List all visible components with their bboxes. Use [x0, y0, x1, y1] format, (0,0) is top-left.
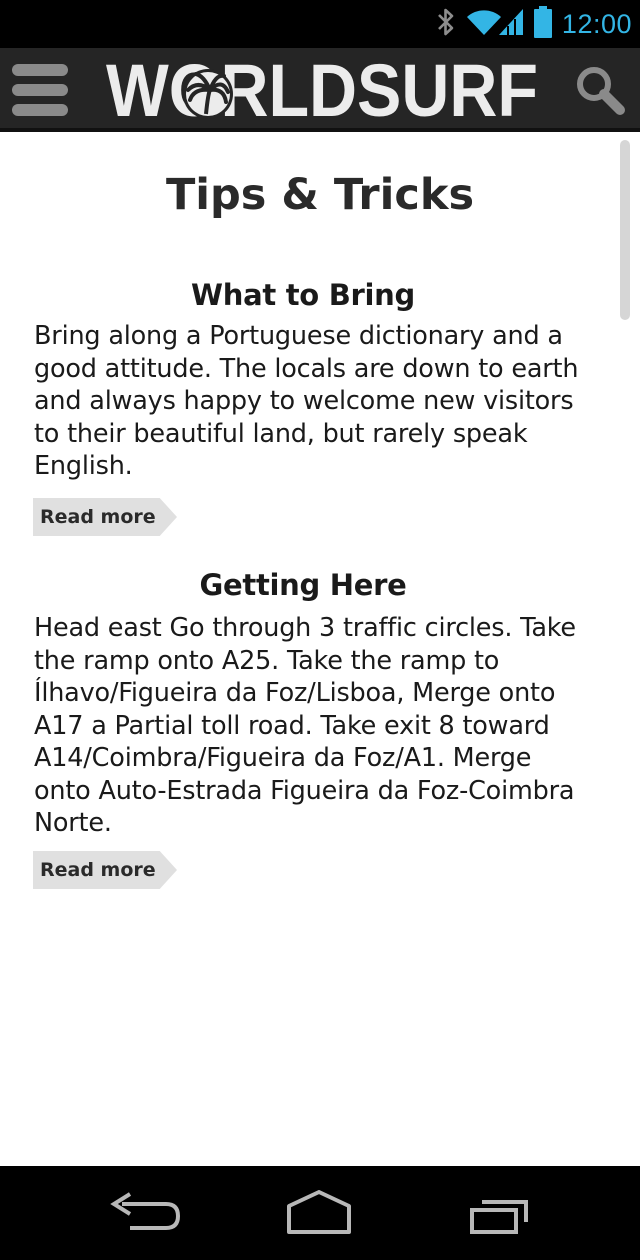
read-more-button[interactable]: Read more [33, 851, 177, 889]
wifi-icon [466, 7, 502, 41]
main-content[interactable]: Tips & Tricks What to Bring Bring along … [0, 132, 640, 1166]
page-title: Tips & Tricks [165, 170, 475, 220]
navigation-bar [0, 1166, 640, 1260]
scrollbar[interactable] [620, 140, 630, 320]
palm-tree-icon [183, 69, 233, 119]
status-icons: 12:00 [436, 0, 632, 48]
back-button[interactable] [100, 1190, 190, 1238]
recent-apps-button[interactable] [456, 1190, 546, 1238]
phone-screen: 12:00 WORLDSURF Tips & Tricks What to Br… [0, 0, 640, 1260]
home-icon [287, 1190, 351, 1234]
bluetooth-icon [436, 7, 456, 41]
tip-body: Head east Go through 3 traffic circles. … [34, 613, 576, 838]
status-bar: 12:00 [0, 0, 640, 48]
worldsurf-logo: WORLDSURF [102, 49, 542, 132]
status-time: 12:00 [561, 8, 632, 39]
read-more-button[interactable]: Read more [33, 498, 177, 536]
home-button[interactable] [274, 1190, 364, 1238]
tip-heading: What to Bring [191, 278, 415, 312]
menu-button[interactable] [12, 62, 68, 118]
tip-body: Bring along a Portuguese dictionary and … [34, 321, 579, 481]
search-button[interactable] [572, 62, 630, 118]
signal-icon [498, 7, 524, 41]
search-icon [577, 67, 625, 115]
app-bar: WORLDSURF [0, 48, 640, 132]
battery-icon [533, 5, 552, 43]
back-icon [110, 1192, 181, 1230]
tip-heading: Getting Here [199, 568, 407, 602]
logo-text: WORLDSURF [106, 54, 538, 126]
recent-apps-icon [470, 1200, 528, 1234]
